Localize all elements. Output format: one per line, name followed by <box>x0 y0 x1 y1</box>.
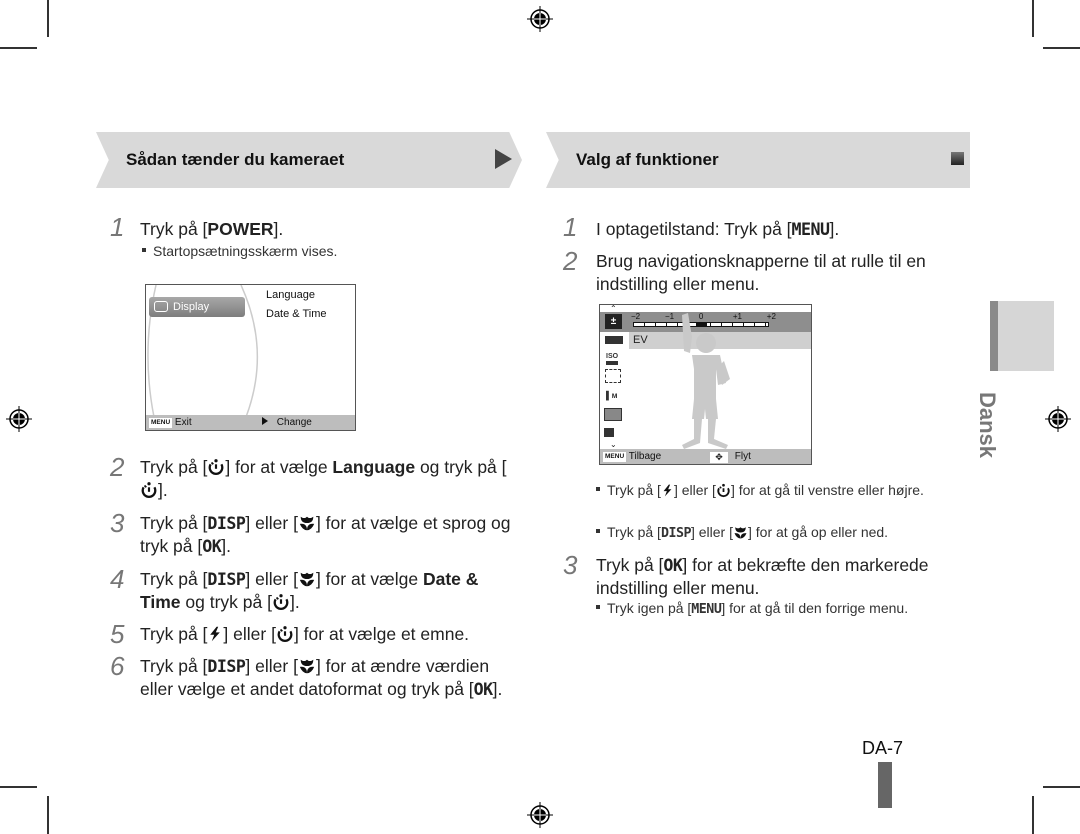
person-silhouette <box>682 313 730 449</box>
registration-mark-icon <box>527 6 553 32</box>
iso-icon: ISO <box>606 353 619 365</box>
step-3-note: Tryk igen på [MENU] for at gå til den fo… <box>596 598 976 620</box>
section-title: Valg af funktioner <box>576 150 719 169</box>
flash-icon <box>661 483 674 498</box>
menu-key: MENU <box>603 452 627 462</box>
step-number: 2 <box>110 452 125 482</box>
timer-icon <box>207 458 225 476</box>
ok-key: OK <box>473 680 494 699</box>
option-language: Language <box>266 289 315 301</box>
step-number: 4 <box>110 564 125 594</box>
screen-footer: MENU Tilbage ✥ Flyt <box>600 449 811 464</box>
timer-icon <box>276 625 294 643</box>
flash-icon <box>207 625 223 643</box>
timer-icon <box>272 593 290 611</box>
section-banner-power-on: Sådan tænder du kameraet <box>96 132 522 188</box>
crop-mark <box>1043 47 1080 49</box>
crop-mark <box>47 0 49 37</box>
ev-tick-label: −2 <box>631 312 641 321</box>
scroll-down-icon: ⌄ <box>610 440 617 449</box>
macro-icon <box>733 525 748 540</box>
step-3: Tryk på [DISP] eller [] for at vælge et … <box>140 513 511 556</box>
option-date-time: Date & Time <box>266 308 327 320</box>
timer-icon <box>716 483 731 498</box>
ev-tick-label: +2 <box>766 312 776 321</box>
registration-mark-icon <box>1045 406 1071 432</box>
metering-icon: ▌ᴍ <box>606 391 618 400</box>
stop-square-icon <box>951 152 964 165</box>
disp-key: DISP <box>660 526 692 541</box>
step-number: 3 <box>563 550 578 580</box>
step-number: 2 <box>563 246 578 276</box>
menu-item-display: Display <box>149 297 245 317</box>
camera-screen-setup: Display Language Date & Time MENU Exit C… <box>145 284 356 431</box>
step-3: Tryk på [OK] for at bekræfte den markere… <box>596 555 929 598</box>
step-5: Tryk på [] eller [] for at vælge et emne… <box>140 624 470 644</box>
disp-key: DISP <box>207 514 246 533</box>
crop-mark <box>47 796 49 834</box>
play-arrow-icon <box>495 149 512 169</box>
face-detect-off-icon <box>605 369 621 383</box>
step-4: Tryk på [DISP] eller [] for at vælge Dat… <box>140 569 479 612</box>
menu-key: MENU <box>791 220 831 239</box>
page-number: DA-7 <box>862 738 904 758</box>
crop-mark <box>0 786 37 788</box>
crop-mark <box>1032 796 1034 834</box>
macro-icon <box>298 570 316 588</box>
bullet-up-down: Tryk på [DISP] eller [] for at gå op ell… <box>596 522 976 544</box>
page-marker-bar <box>878 762 892 808</box>
power-key: POWER <box>207 219 274 239</box>
menu-key: MENU <box>691 602 722 617</box>
selected-label: EV <box>633 334 648 346</box>
disp-key: DISP <box>207 570 246 589</box>
crop-mark <box>0 47 37 49</box>
step-6: Tryk på [DISP] eller [] for at ændre vær… <box>140 656 503 699</box>
step-2: Brug navigationsknapperne til at rulle t… <box>596 251 926 294</box>
macro-icon <box>298 514 316 532</box>
menu-key: MENU <box>149 418 173 428</box>
ois-off-icon <box>604 428 614 437</box>
bullet-left-right: Tryk på [] eller [] for at gå til venstr… <box>596 480 956 500</box>
step-2: Tryk på [] for at vælge Language og tryk… <box>140 457 507 500</box>
crop-mark <box>1032 0 1034 37</box>
ev-icon: ± <box>605 314 622 329</box>
step-1: I optagetilstand: Tryk på [MENU]. <box>596 219 840 239</box>
registration-mark-icon <box>527 802 553 828</box>
timer-icon <box>140 481 158 499</box>
ok-key: OK <box>663 556 683 575</box>
step-1-note: Startopsætningsskærm vises. <box>142 241 337 261</box>
section-banner-select-functions: Valg af funktioner <box>546 132 970 188</box>
navigate-icon: ✥ <box>710 452 728 463</box>
crop-mark <box>1043 786 1080 788</box>
step-number: 5 <box>110 619 125 649</box>
registration-mark-icon <box>6 406 32 432</box>
right-arrow-icon <box>262 417 268 425</box>
step-1: Tryk på [POWER]. <box>140 219 284 239</box>
disp-key: DISP <box>207 657 246 676</box>
camera-screen-menu: ⌃ ± −2 −1 0 +1 +2 EV ISO ▌ᴍ ⌄ MENU Tilbage ✥… <box>599 304 812 465</box>
step-number: 3 <box>110 508 125 538</box>
macro-icon <box>298 657 316 675</box>
auto-icon <box>605 336 623 344</box>
image-adjust-icon <box>604 408 622 421</box>
step-number: 1 <box>110 212 125 242</box>
display-icon <box>154 301 168 312</box>
scroll-up-icon: ⌃ <box>610 304 617 313</box>
step-number: 6 <box>110 651 125 681</box>
ok-key: OK <box>202 537 222 556</box>
section-title: Sådan tænder du kameraet <box>126 150 345 169</box>
step-number: 1 <box>563 212 578 242</box>
language-tab-label: Dansk <box>975 392 1000 459</box>
language-tab <box>990 301 1054 371</box>
screen-footer: MENU Exit Change <box>146 415 355 430</box>
